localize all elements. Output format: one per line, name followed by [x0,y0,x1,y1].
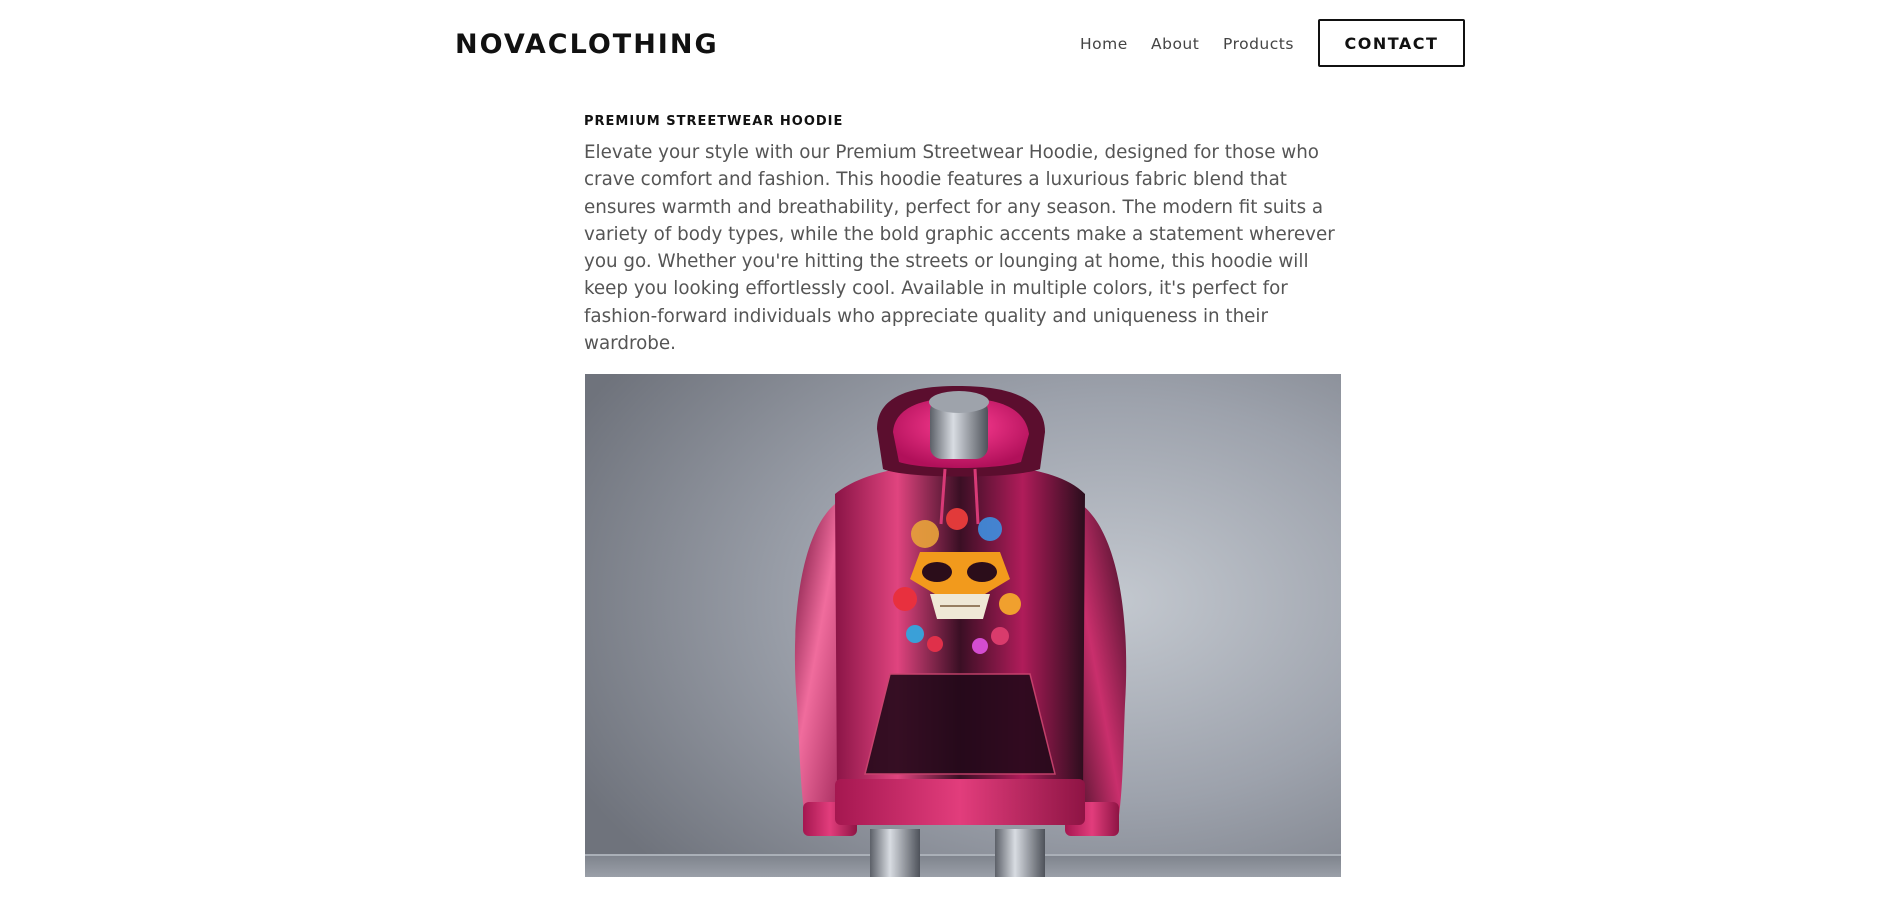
nav-link-products[interactable]: Products [1223,34,1294,54]
product-description: Elevate your style with our Premium Stre… [584,142,1335,355]
nav-link-about[interactable]: About [1151,34,1199,54]
contact-button[interactable]: CONTACT [1318,19,1465,67]
hoodie-photo [585,374,1341,877]
site-header: NOVACLOTHING Home About Products CONTACT [0,0,1904,88]
nav-link-home[interactable]: Home [1080,34,1128,54]
product-image [585,374,1341,877]
brand-logo[interactable]: NOVACLOTHING [455,27,719,63]
product-content: PREMIUM STREETWEAR HOODIE Elevate your s… [584,110,1344,357]
product-kicker: PREMIUM STREETWEAR HOODIE [584,114,844,129]
